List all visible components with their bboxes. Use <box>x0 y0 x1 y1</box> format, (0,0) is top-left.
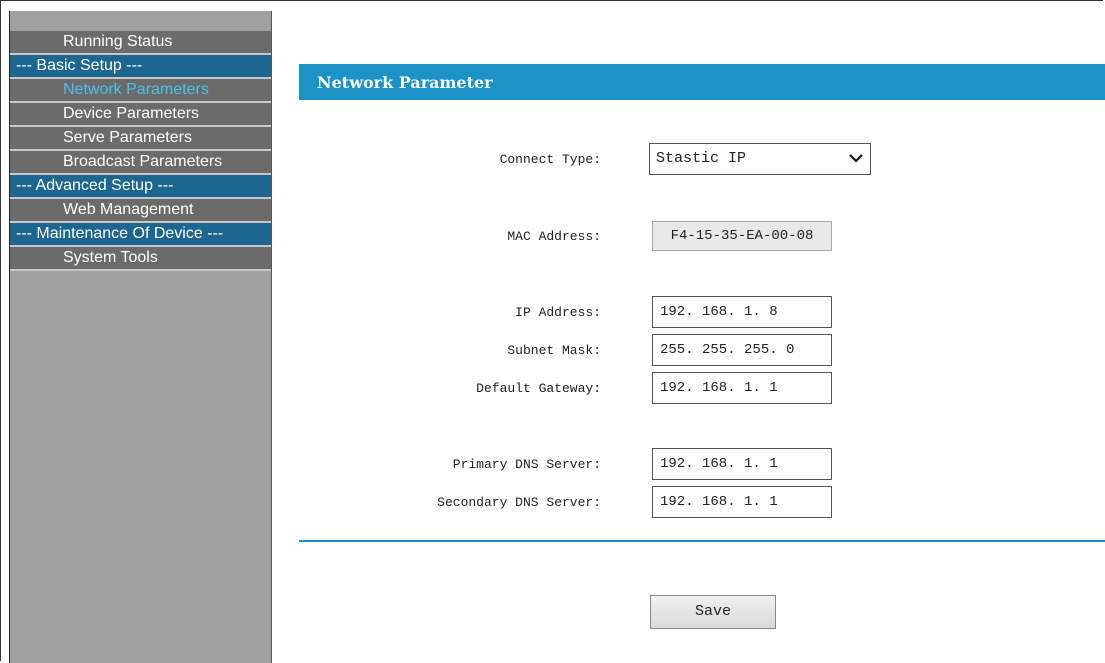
primary-dns-input[interactable]: 192. 168. 1. 1 <box>652 448 832 480</box>
page-title-bar: Network Parameter <box>299 64 1105 100</box>
secondary-dns-label: Secondary DNS Server: <box>437 495 601 510</box>
main-panel: Network Parameter Connect Type: Stastic … <box>271 11 1105 663</box>
sidebar-item-running-status[interactable]: Running Status <box>10 31 272 55</box>
connect-type-select[interactable]: Stastic IP <box>649 143 871 175</box>
save-button[interactable]: Save <box>650 595 776 629</box>
sidebar-section-advanced-setup: --- Advanced Setup --- <box>10 175 272 199</box>
subnet-mask-label: Subnet Mask: <box>507 343 601 358</box>
sidebar-section-maintenance: --- Maintenance Of Device --- <box>10 223 272 247</box>
sidebar-item-web-management[interactable]: Web Management <box>10 199 272 223</box>
ip-address-label: IP Address: <box>515 305 601 320</box>
ip-address-input[interactable]: 192. 168. 1. 8 <box>652 296 832 328</box>
primary-dns-label: Primary DNS Server: <box>452 457 601 472</box>
sidebar-item-system-tools[interactable]: System Tools <box>10 247 272 271</box>
secondary-dns-input[interactable]: 192. 168. 1. 1 <box>652 486 832 518</box>
connect-type-label: Connect Type: <box>499 152 601 167</box>
subnet-mask-input[interactable]: 255. 255. 255. 0 <box>652 334 832 366</box>
chevron-down-icon <box>849 154 863 163</box>
sidebar-section-basic-setup: --- Basic Setup --- <box>10 55 272 79</box>
mac-address-label: MAC Address: <box>507 229 601 244</box>
page-title: Network Parameter <box>317 73 493 92</box>
sidebar-item-network-parameters[interactable]: Network Parameters <box>10 79 272 103</box>
mac-address-field: F4-15-35-EA-00-08 <box>652 221 832 251</box>
default-gateway-input[interactable]: 192. 168. 1. 1 <box>652 372 832 404</box>
sidebar-item-broadcast-parameters[interactable]: Broadcast Parameters <box>10 151 272 175</box>
sidebar-item-serve-parameters[interactable]: Serve Parameters <box>10 127 272 151</box>
connect-type-value: Stastic IP <box>656 150 747 167</box>
default-gateway-label: Default Gateway: <box>476 381 601 396</box>
sidebar: Running Status --- Basic Setup --- Netwo… <box>9 11 272 663</box>
sidebar-item-device-parameters[interactable]: Device Parameters <box>10 103 272 127</box>
section-divider <box>299 540 1105 542</box>
